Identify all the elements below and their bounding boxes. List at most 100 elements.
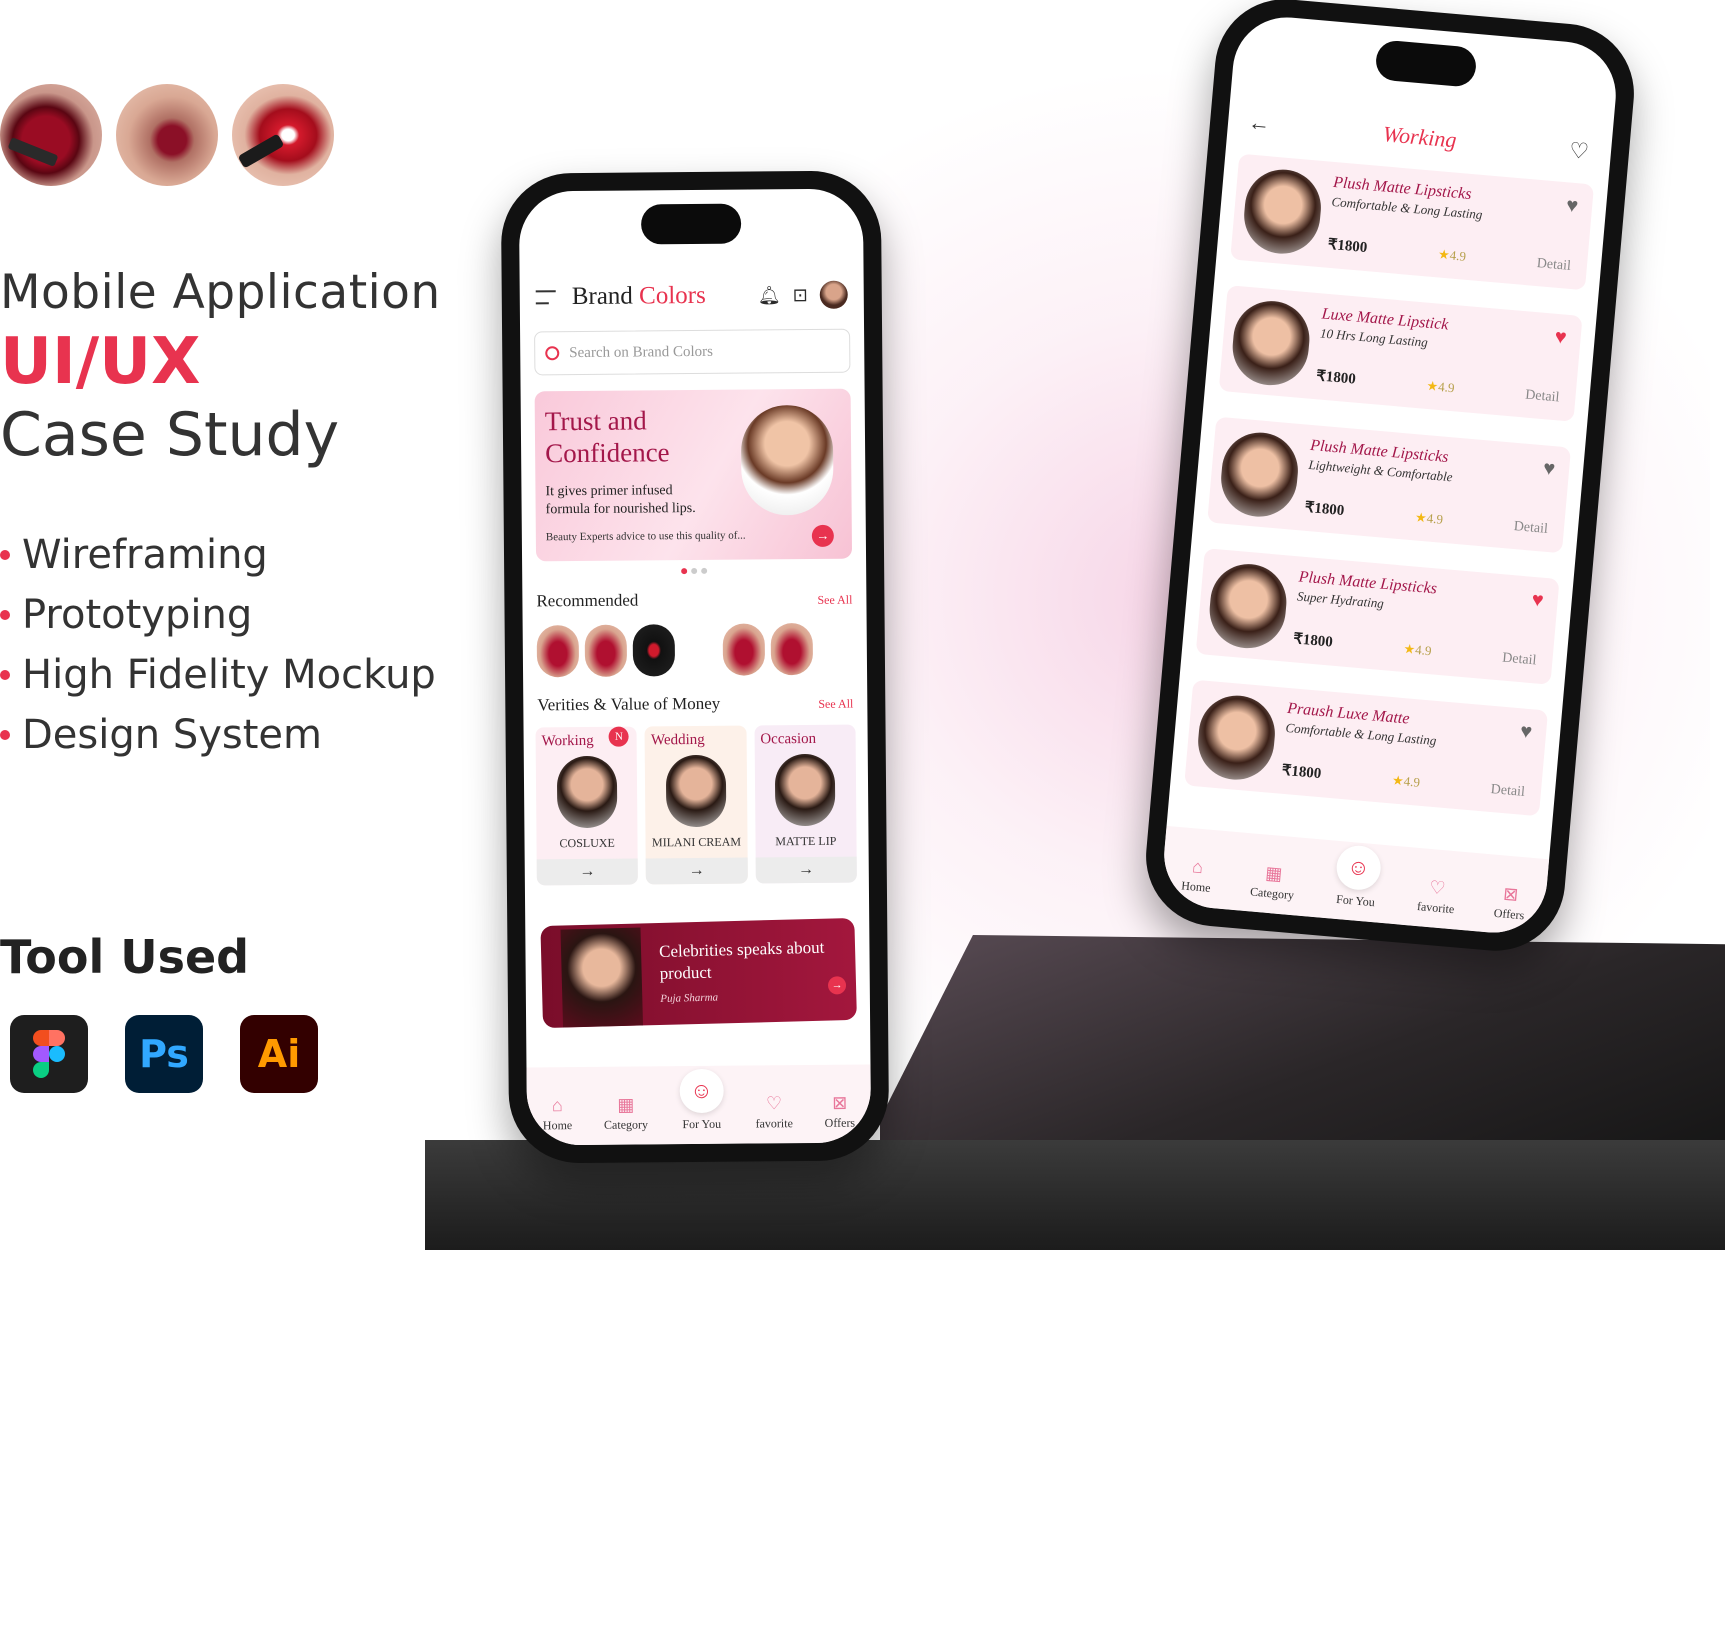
variety-card-wedding[interactable]: Wedding MILANI CREAM →: [644, 725, 748, 885]
product-rating: ★4.9: [1414, 509, 1444, 527]
product-rating: ★4.9: [1391, 772, 1421, 790]
figma-icon: [10, 1015, 88, 1093]
lip-image-2: [116, 84, 218, 186]
favorite-heart-icon[interactable]: ♥: [1519, 720, 1533, 744]
arrow-right-icon[interactable]: →: [645, 857, 748, 885]
product-card[interactable]: Praush Luxe Matte Comfortable & Long Las…: [1184, 679, 1549, 817]
recommended-header: Recommended See All: [536, 589, 852, 612]
tab-category[interactable]: ▦ Category: [604, 1095, 648, 1132]
recommended-item[interactable]: [722, 623, 766, 676]
recommended-title: Recommended: [536, 590, 639, 611]
product-price: ₹1800: [1327, 236, 1368, 257]
phone-working: ← Working ♡ Plush Matte Lipsticks Comfor…: [1140, 0, 1640, 957]
favorite-heart-icon[interactable]: ♥: [1531, 589, 1545, 613]
back-arrow-icon[interactable]: ←: [1247, 109, 1271, 137]
photoshop-icon: Ps: [125, 1015, 203, 1093]
bag-icon[interactable]: ⊡: [793, 285, 808, 306]
bullet-icon: [0, 670, 10, 680]
tab-favorite[interactable]: ♡ favorite: [755, 1093, 793, 1131]
tab-for-you[interactable]: ☺ For You: [679, 1068, 724, 1132]
variety-card-occasion[interactable]: Occasion MATTE LIP →: [754, 724, 857, 884]
offers-icon: ⊠: [1502, 883, 1520, 905]
tab-favorite[interactable]: ♡ favorite: [1416, 877, 1456, 917]
heart-icon[interactable]: ♡: [1568, 137, 1590, 165]
variety-card-working[interactable]: Working N COSLUXE →: [535, 726, 639, 886]
product-card[interactable]: Luxe Matte Lipstick 10 Hrs Long Lasting …: [1218, 285, 1583, 422]
search-placeholder: Search on Brand Colors: [569, 343, 714, 361]
variety-image: [556, 755, 618, 829]
arrow-right-icon[interactable]: →: [811, 524, 834, 547]
recommended-item[interactable]: [584, 624, 628, 677]
process-item: Wireframing: [0, 525, 436, 585]
product-price: ₹1800: [1304, 499, 1345, 520]
product-rating: ★4.9: [1426, 377, 1456, 396]
search-icon: [545, 346, 560, 361]
detail-link[interactable]: Detail: [1536, 256, 1571, 275]
see-all-link[interactable]: See All: [817, 593, 852, 608]
favorite-heart-icon[interactable]: ♥: [1554, 326, 1568, 350]
category-icon: ▦: [1264, 862, 1284, 885]
tab-offers[interactable]: ⊠ Offers: [1493, 884, 1527, 924]
product-price: ₹1800: [1292, 631, 1334, 651]
pedestal-slope: [880, 935, 1725, 1165]
product-price: ₹1800: [1315, 368, 1357, 388]
for-you-icon: ☺: [679, 1068, 724, 1114]
dynamic-island: [1374, 39, 1478, 88]
product-image: [1241, 166, 1325, 257]
menu-icon[interactable]: [535, 290, 556, 305]
hero-banner[interactable]: Trust and Confidence It gives primer inf…: [534, 388, 853, 562]
lip-image-3: [232, 84, 334, 186]
tab-home[interactable]: ⌂ Home: [543, 1095, 573, 1133]
product-rating: ★4.9: [1437, 246, 1467, 264]
brand-logo: Brand Colors: [571, 281, 706, 311]
product-list: Plush Matte Lipsticks Comfortable & Long…: [1184, 153, 1595, 817]
bell-icon[interactable]: 🔔︎: [758, 285, 781, 306]
varieties-list: Working N COSLUXE → Wedding MILANI CREAM…: [535, 724, 857, 886]
varieties-header: Verities & Value of Money See All: [537, 693, 853, 716]
bottom-tab-bar: ⌂ Home ▦ Category ☺ For You ♡ favorite ⊠ Offe…: [526, 1064, 872, 1146]
celebrity-title: Celebrities speaks about product: [658, 937, 825, 983]
recommended-item[interactable]: [632, 624, 676, 677]
arrow-right-icon[interactable]: →: [827, 976, 847, 995]
home-icon: ⌂: [1191, 856, 1204, 878]
detail-link[interactable]: Detail: [1525, 388, 1560, 407]
tab-for-you[interactable]: ☺ For You: [1333, 843, 1383, 911]
for-you-icon: ☺: [1334, 843, 1383, 892]
title-line-2: UI/UX: [0, 325, 201, 399]
arrow-right-icon[interactable]: →: [536, 858, 639, 886]
tools-list: Ps Ai: [10, 1015, 318, 1093]
detail-link[interactable]: Detail: [1513, 519, 1548, 538]
varieties-title: Verities & Value of Money: [537, 693, 721, 715]
arrow-right-icon[interactable]: →: [755, 856, 857, 884]
recommended-item[interactable]: [536, 625, 580, 678]
search-input[interactable]: Search on Brand Colors: [534, 328, 851, 376]
tab-offers[interactable]: ⊠ Offers: [824, 1093, 856, 1131]
celebrity-image: [560, 927, 644, 1028]
illustrator-icon: Ai: [240, 1015, 318, 1093]
process-item: Design System: [0, 705, 436, 765]
favorite-heart-icon[interactable]: ♥: [1565, 194, 1579, 218]
phone-home: Brand Colors 🔔︎ ⊡ Search on Brand Colors…: [500, 170, 890, 1164]
detail-link[interactable]: Detail: [1502, 651, 1537, 670]
avatar[interactable]: [819, 280, 848, 309]
home-icon: ⌂: [551, 1095, 563, 1116]
process-item: High Fidelity Mockup: [0, 645, 436, 705]
recommended-item[interactable]: [770, 622, 814, 676]
home-header: Brand Colors 🔔︎ ⊡: [535, 279, 848, 314]
banner-title: Trust and Confidence: [544, 405, 670, 469]
bottom-tab-bar: ⌂ Home ▦ Category ☺ For You ♡ favorite ⊠ Offe…: [1159, 825, 1550, 938]
recommended-list: [536, 622, 853, 678]
celebrities-banner[interactable]: Celebrities speaks about product Puja Sh…: [540, 917, 857, 1029]
bullet-icon: [0, 550, 10, 560]
product-image: [1229, 297, 1313, 389]
tab-category[interactable]: ▦ Category: [1249, 863, 1296, 904]
product-card[interactable]: Plush Matte Lipsticks Comfortable & Long…: [1230, 153, 1595, 291]
tab-home[interactable]: ⌂ Home: [1181, 856, 1213, 895]
variety-image: [665, 754, 727, 828]
process-item: Prototyping: [0, 585, 436, 645]
favorite-heart-icon[interactable]: ♥: [1542, 457, 1556, 481]
product-card[interactable]: Plush Matte Lipsticks Super Hydrating ♥ …: [1195, 548, 1560, 685]
product-card[interactable]: Plush Matte Lipsticks Lightweight & Comf…: [1207, 416, 1572, 554]
see-all-link[interactable]: See All: [818, 697, 853, 712]
detail-link[interactable]: Detail: [1490, 782, 1525, 801]
